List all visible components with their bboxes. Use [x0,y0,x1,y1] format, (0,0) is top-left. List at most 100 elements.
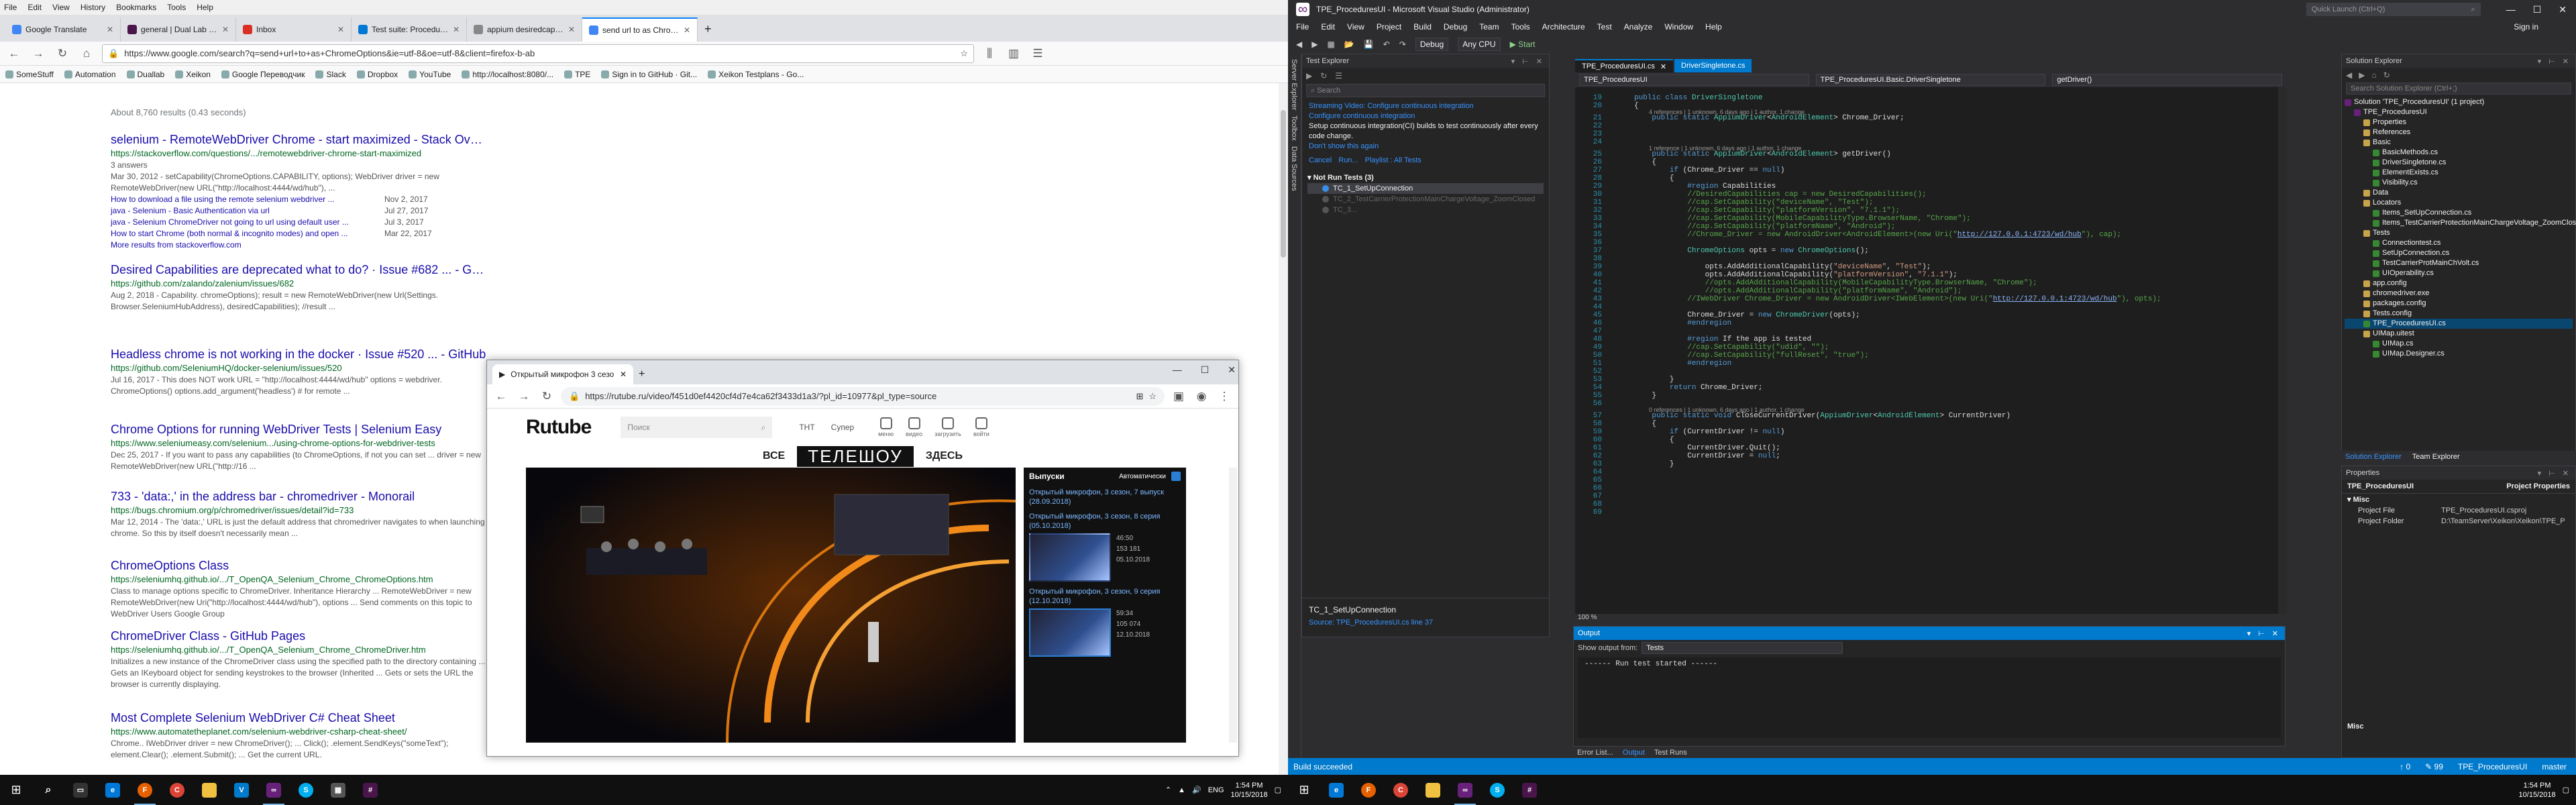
editor-scrollbar[interactable] [2278,87,2286,614]
bookmark-item[interactable]: Xeikon Testplans - Go... [708,70,804,79]
tab-test-runs[interactable]: Test Runs [1654,749,1687,757]
firefox-tab[interactable]: Inbox ✕ [236,17,352,42]
episode-title[interactable]: Открытый микрофон, 3 сезон, 7 выпуск (28… [1029,488,1181,506]
firefox-tab[interactable]: appium desiredcapabilities ..✕ [467,17,582,42]
maximize-icon[interactable]: ☐ [1201,364,1210,376]
property-row[interactable]: Project Folder D:\TeamServer\Xeikon\Xeiko… [2342,516,2575,527]
back-icon[interactable]: ◀ [1296,40,1302,49]
tab-output[interactable]: Output [1623,749,1645,757]
properties-section[interactable]: ▾ Misc [2342,494,2575,505]
forward-icon[interactable]: → [30,45,47,62]
bookmark-item[interactable]: Xeikon [175,70,211,79]
ci-dismiss-link[interactable]: Don't show this again [1309,142,1542,152]
episode-item[interactable]: Открытый микрофон, 3 сезон, 9 серия (12.… [1029,587,1181,657]
solution-tree-item[interactable]: Connectiontest.cs [2345,238,2573,248]
notification-icon[interactable]: ▢ [2563,786,2569,794]
close-tab-icon[interactable]: ✕ [337,25,344,34]
forward-icon[interactable]: ▶ [2359,70,2365,80]
bookmark-item[interactable]: Google Переводчик [221,70,305,79]
solution-tree-item[interactable]: Solution 'TPE_ProceduresUI' (1 project) [2345,97,2573,107]
close-icon[interactable]: ✕ [1228,364,1236,376]
menu-help[interactable]: Help [197,3,213,12]
platform-dropdown[interactable]: Any CPU [1458,38,1501,51]
bookmark-item[interactable]: YouTube [409,70,451,79]
not-run-group[interactable]: ▾ Not Run Tests (3) [1307,172,1544,183]
solution-tree-item[interactable]: UIMap.uitest [2345,329,2573,339]
test-item[interactable]: TC_1_SetUpConnection [1307,183,1544,194]
tab-error-list[interactable]: Error List... [1577,749,1613,757]
firefox-tab[interactable]: general | Dual Lab Slack✕ [121,17,236,42]
cancel-link[interactable]: Cancel [1309,156,1332,166]
firefox-tab[interactable]: send url to as ChromeOptions✕ [582,17,698,42]
solution-tree-item[interactable]: BasicMethods.cs [2345,148,2573,158]
close-tab-icon[interactable]: ✕ [620,370,627,379]
explorer-icon[interactable] [193,775,225,805]
sidebar-icon[interactable]: ▥ [1005,45,1022,62]
result-title-link[interactable]: ChromeDriver Class - GitHub Pages [111,629,486,643]
windows-start-icon[interactable]: ⊞ [1288,775,1320,805]
solution-search[interactable]: Search Solution Explorer (Ctrl+;) [2346,83,2571,95]
forward-icon[interactable]: ▶ [1311,40,1318,49]
sub-result[interactable]: How to start Chrome (both normal & incog… [111,228,486,239]
sub-result[interactable]: How to download a file using the remote … [111,194,486,205]
bookmark-item[interactable]: TPE [564,70,590,79]
notification-icon[interactable]: ▢ [1275,786,1281,794]
group-icon[interactable]: ☰ [1335,71,1342,80]
solution-tree-item[interactable]: chromedriver.exe [2345,288,2573,299]
editor-zoom[interactable]: 100 % [1575,614,2286,625]
bookmark-item[interactable]: Dropbox [356,70,398,79]
vs-menu-edit[interactable]: Edit [1321,22,1335,32]
episode-item[interactable]: Открытый микрофон, 3 сезон, 7 выпуск (28… [1029,488,1181,506]
solution-tree-item[interactable]: app.config [2345,278,2573,288]
result-title-link[interactable]: Desired Capabilities are deprecated what… [111,263,486,277]
test-item[interactable]: TC_3... [1307,205,1544,215]
episode-title[interactable]: Открытый микрофон, 3 сезон, 8 серия (05.… [1029,512,1181,531]
bookmark-item[interactable]: Duallab [126,70,164,79]
solution-tree-item[interactable]: Locators [2345,198,2573,208]
visual-studio-icon[interactable]: ∞ [258,775,290,805]
rutube-search[interactable]: Поиск ⌕ [621,417,773,438]
clock[interactable]: 1:54 PM 10/15/2018 [2519,781,2556,800]
search-icon[interactable]: ⌕ [32,775,64,805]
result-title-link[interactable]: Most Complete Selenium WebDriver C# Chea… [111,711,486,725]
solution-tree-item[interactable]: Tests [2345,228,2573,238]
branch-name[interactable]: master [2542,762,2567,771]
chrome-scrollbar[interactable] [1229,468,1237,743]
run-icon[interactable]: ▶ [1306,71,1312,80]
result-title-link[interactable]: selenium - RemoteWebDriver Chrome - star… [111,133,486,147]
vs-menu-build[interactable]: Build [1413,22,1432,32]
back-icon[interactable]: ← [492,388,510,405]
library-icon[interactable]: ⫼ [981,45,998,62]
solution-tree-item[interactable]: UIOperability.cs [2345,268,2573,278]
episode-thumbnail[interactable] [1029,533,1111,582]
menu-file[interactable]: File [4,3,17,12]
tab-solution-explorer[interactable]: Solution Explorer [2345,453,2402,461]
edits-count[interactable]: ✎ 99 [2425,762,2443,771]
back-icon[interactable]: ← [5,45,23,62]
solution-tree-item[interactable]: Items_SetUpConnection.cs [2345,208,2573,218]
slack-icon[interactable]: # [354,775,386,805]
vs-menu-architecture[interactable]: Architecture [1542,22,1585,32]
close-tab-icon[interactable]: ✕ [568,25,575,34]
back-icon[interactable]: ◀ [2346,70,2352,80]
chrome-icon[interactable]: C [1385,775,1417,805]
bookmark-item[interactable]: SomeStuff [5,70,54,79]
solution-tree-item[interactable]: Items_TestCarrierProtectionMainChargeVol… [2345,218,2576,228]
reload-icon[interactable]: ↻ [54,45,71,62]
refresh-icon[interactable]: ↻ [1320,71,1327,80]
upload-action[interactable]: загрузить [934,417,961,437]
chrome-tab-rutube[interactable]: ▶ Открытый микрофон 3 сезо... ✕ [492,364,633,384]
promo-banner[interactable]: ВСЕ ТЕЛЕШОУ ЗДЕСЬ [487,445,1238,467]
scrollbar-thumb[interactable] [1281,110,1286,258]
vs-menu-debug[interactable]: Debug [1444,22,1467,32]
solution-tree-item[interactable]: Properties [2345,117,2573,127]
server-explorer-tab[interactable]: Server Explorer [1290,59,1298,110]
redo-icon[interactable]: ↷ [1399,40,1406,49]
close-tab-icon[interactable]: ✕ [684,25,690,35]
task-view-icon[interactable]: ▭ [64,775,97,805]
menu-edit[interactable]: Edit [28,3,42,12]
property-row[interactable]: Project File TPE_ProceduresUI.csproj [2342,505,2575,516]
solution-tree-item[interactable]: UIMap.cs [2345,339,2573,349]
undo-icon[interactable]: ↶ [1383,40,1390,49]
episode-item[interactable]: Открытый микрофон, 3 сезон, 8 серия (05.… [1029,512,1181,582]
